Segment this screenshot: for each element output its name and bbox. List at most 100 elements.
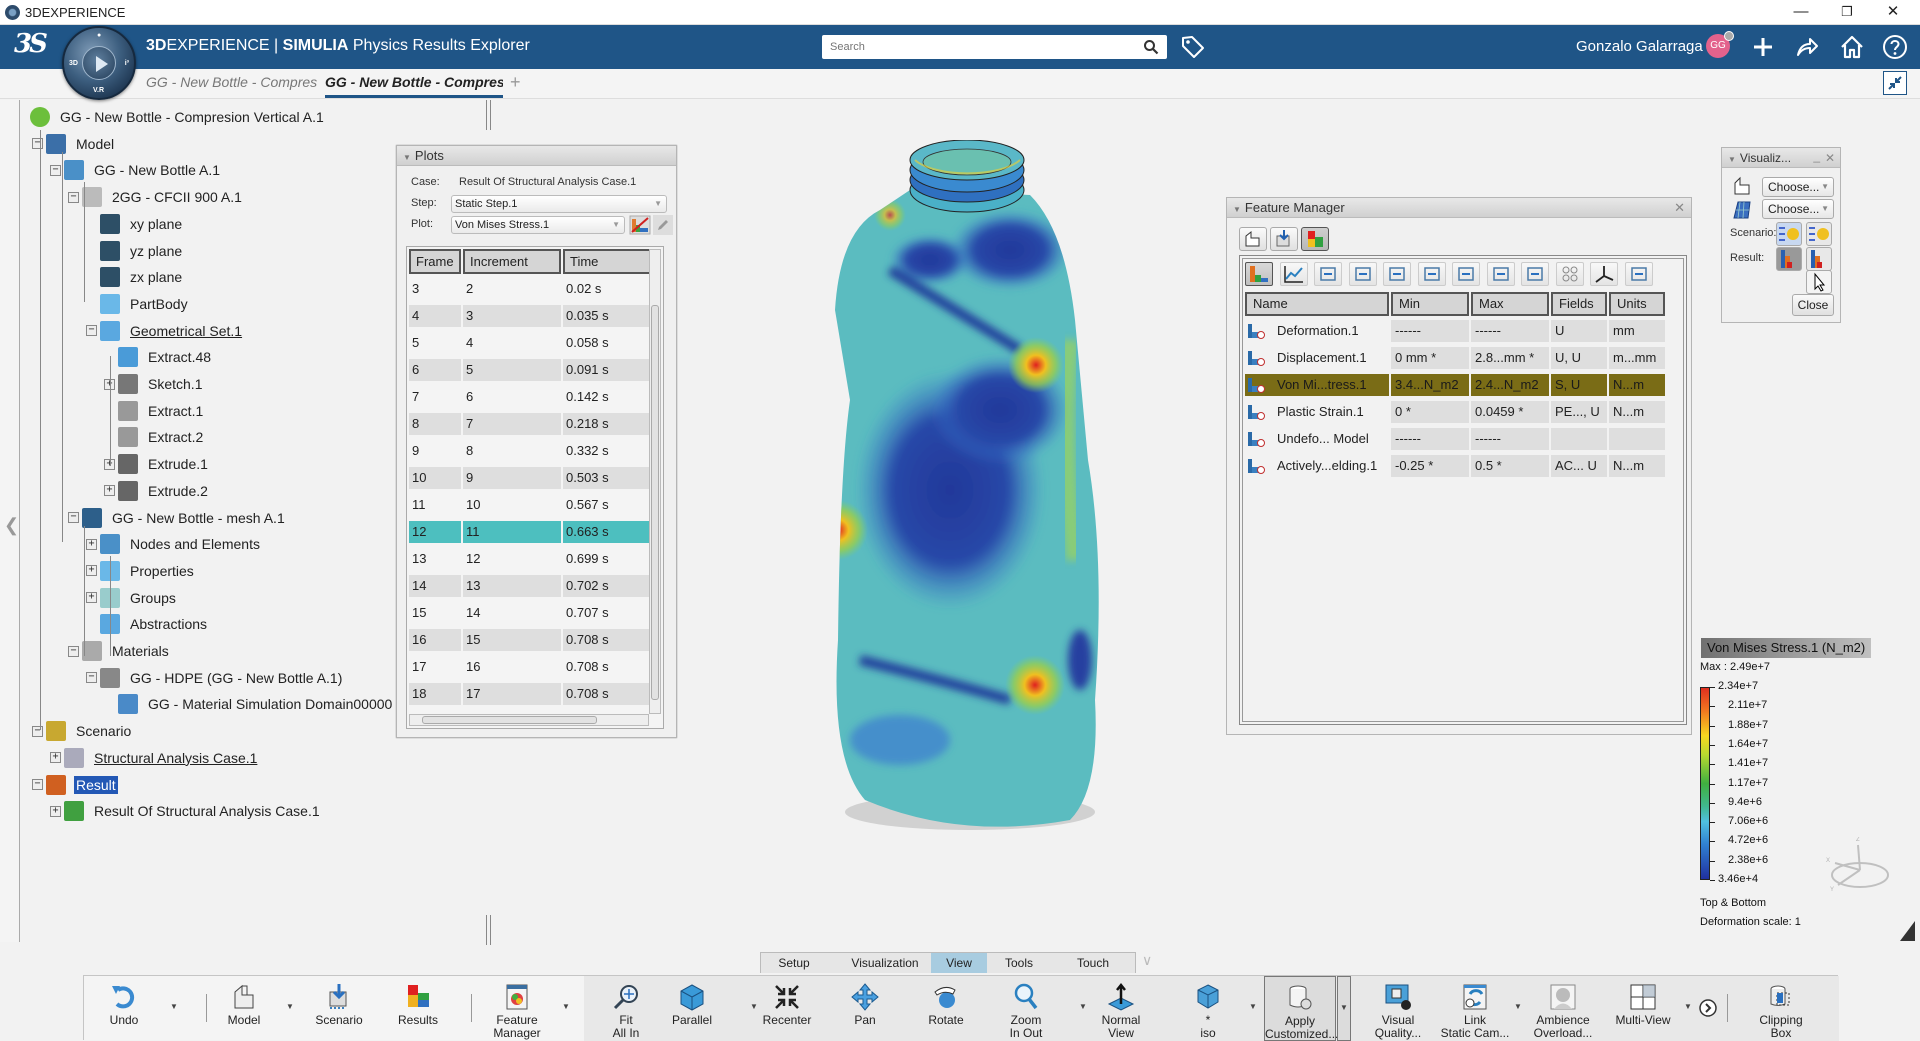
collapse-triangle-icon[interactable]: ▼: [403, 153, 411, 162]
column-header-units[interactable]: Units: [1609, 292, 1665, 316]
column-header-fields[interactable]: Fields: [1551, 292, 1607, 316]
frame-row[interactable]: 1090.503 s: [409, 467, 653, 489]
iso-view-button[interactable]: *iso: [1178, 976, 1238, 1041]
tag-icon[interactable]: [1180, 34, 1206, 60]
collapse-panel-icon[interactable]: ❮: [4, 515, 19, 536]
expand-toggle[interactable]: +: [50, 752, 61, 763]
results-button[interactable]: Results: [386, 976, 450, 1041]
tree-node[interactable]: GG - Material Simulation Domain00000: [104, 693, 394, 715]
model-button[interactable]: Model: [214, 976, 274, 1041]
step-select[interactable]: Static Step.1▼: [451, 195, 667, 213]
tree-node[interactable]: −Geometrical Set.1: [86, 320, 244, 342]
ambience-overload-button[interactable]: AmbienceOverload...: [1528, 976, 1598, 1041]
tab-document-1[interactable]: GG - New Bottle - Compres: [146, 74, 320, 90]
splitter-handle[interactable]: [486, 915, 491, 945]
edit-pencil-icon[interactable]: [653, 215, 673, 235]
section-button[interactable]: [1625, 262, 1653, 286]
link-cam-dropdown-icon[interactable]: ▼: [1514, 1002, 1522, 1011]
ds-logo-icon[interactable]: 3S: [14, 29, 45, 59]
rotate-button[interactable]: Rotate: [916, 976, 976, 1041]
tree-node[interactable]: zx plane: [86, 266, 184, 288]
parallel-button[interactable]: Parallel: [662, 976, 722, 1041]
collapse-toggle[interactable]: −: [86, 672, 97, 683]
plot-settings-icon[interactable]: [629, 215, 651, 235]
collapse-toggle[interactable]: −: [32, 779, 43, 790]
contour-plot-button[interactable]: [1245, 262, 1273, 286]
close-icon[interactable]: ✕: [1825, 148, 1835, 168]
tree-node[interactable]: +Nodes and Elements: [86, 533, 262, 555]
tree-node[interactable]: +Extrude.2: [104, 480, 210, 502]
tree-node[interactable]: −GG - HDPE (GG - New Bottle A.1): [86, 667, 344, 689]
zoom-in-out-button[interactable]: ZoomIn Out: [996, 976, 1056, 1041]
compass-right-icon[interactable]: i³: [125, 60, 129, 67]
close-icon[interactable]: ✕: [1674, 200, 1685, 216]
axis-system-button[interactable]: [1590, 262, 1618, 286]
feature-row[interactable]: Plastic Strain.10 *0.0459 *PE..., UN...m: [1245, 401, 1667, 423]
tree-node[interactable]: −2GG - CFCII 900 A.1: [68, 186, 244, 208]
help-icon[interactable]: [1881, 33, 1909, 61]
visual-quality-button[interactable]: VisualQuality...: [1366, 976, 1430, 1041]
resize-grip-icon[interactable]: [1898, 920, 1916, 942]
recenter-button[interactable]: Recenter: [754, 976, 820, 1041]
tree-node[interactable]: −GG - New Bottle - mesh A.1: [68, 507, 287, 529]
frame-row[interactable]: 18170.708 s: [409, 683, 653, 705]
antenna-sensor-button[interactable]: [1383, 262, 1411, 286]
collapse-toggle[interactable]: −: [32, 138, 43, 149]
probe-sensor-button[interactable]: [1418, 262, 1446, 286]
feature-manager-button[interactable]: FeatureManager: [482, 976, 552, 1041]
tab-document-2[interactable]: GG - New Bottle - Compres: [325, 74, 503, 98]
scroll-thumb[interactable]: [651, 305, 659, 700]
tab-tools[interactable]: Tools: [987, 953, 1051, 973]
tree-node[interactable]: +Groups: [86, 587, 178, 609]
multi-view-dropdown-icon[interactable]: ▼: [1684, 1002, 1692, 1011]
more-tabs-chevron-icon[interactable]: ∨: [1142, 952, 1152, 969]
restore-button[interactable]: ❐: [1824, 0, 1870, 25]
clipping-box-button[interactable]: ClippingBox: [1744, 976, 1818, 1041]
search-box[interactable]: [822, 35, 1167, 59]
results-tab-button[interactable]: [1301, 227, 1329, 251]
pan-button[interactable]: Pan: [838, 976, 892, 1041]
tree-node[interactable]: Extract.2: [104, 426, 205, 448]
scroll-thumb[interactable]: [422, 716, 597, 724]
column-header-frame[interactable]: Frame: [409, 249, 461, 274]
axis-triad-icon[interactable]: ZXY: [1820, 835, 1890, 895]
select-pointer-button[interactable]: [1806, 270, 1832, 294]
fit-all-in-button[interactable]: FitAll In: [596, 976, 656, 1041]
sensor-button[interactable]: [1314, 262, 1342, 286]
zoom-dropdown-icon[interactable]: ▼: [1079, 1002, 1087, 1011]
frame-row[interactable]: 15140.707 s: [409, 602, 653, 624]
tree-node[interactable]: GG - New Bottle - Compresion Vertical A.…: [30, 106, 326, 128]
apply-customized-dropdown[interactable]: ▼: [1337, 976, 1351, 1041]
close-button[interactable]: Close: [1792, 294, 1834, 316]
frame-row[interactable]: 540.058 s: [409, 332, 653, 354]
tree-node[interactable]: +Extrude.1: [104, 453, 210, 475]
link-static-cam-button[interactable]: LinkStatic Cam...: [1440, 976, 1510, 1041]
collapse-toggle[interactable]: −: [32, 726, 43, 737]
column-header-name[interactable]: Name: [1245, 292, 1389, 316]
minimize-icon[interactable]: _: [1813, 146, 1820, 166]
result-button-1[interactable]: [1776, 247, 1802, 271]
collapse-toggle[interactable]: −: [68, 512, 79, 523]
feature-row[interactable]: Displacement.10 mm *2.8...mm *U, Um...mm: [1245, 347, 1667, 369]
feature-row[interactable]: Deformation.1------------Umm: [1245, 320, 1667, 342]
result-button-2[interactable]: [1806, 247, 1832, 271]
tab-visualization[interactable]: Visualization: [839, 953, 931, 973]
close-window-button[interactable]: ✕: [1870, 0, 1916, 25]
splitter-handle[interactable]: [486, 100, 491, 130]
search-icon[interactable]: [1143, 39, 1159, 55]
visualize-header[interactable]: ▼Visualiz..._✕: [1722, 148, 1840, 168]
compass-3d-label[interactable]: 3D: [69, 60, 78, 67]
apply-customized-button[interactable]: ApplyCustomized...: [1264, 976, 1336, 1041]
frame-row[interactable]: 760.142 s: [409, 386, 653, 408]
tab-setup[interactable]: Setup: [761, 953, 827, 973]
column-header-min[interactable]: Min: [1391, 292, 1469, 316]
collapse-toggle[interactable]: −: [68, 646, 79, 657]
legend-color-bar[interactable]: [1700, 687, 1710, 880]
expand-toggle[interactable]: +: [86, 592, 97, 603]
collapse-toggle[interactable]: −: [68, 192, 79, 203]
plus-icon[interactable]: [1749, 33, 1777, 61]
expand-toggle[interactable]: +: [86, 539, 97, 550]
bottle-result-model[interactable]: [820, 140, 1120, 840]
frame-row[interactable]: 17160.708 s: [409, 656, 653, 678]
column-header-max[interactable]: Max: [1471, 292, 1549, 316]
